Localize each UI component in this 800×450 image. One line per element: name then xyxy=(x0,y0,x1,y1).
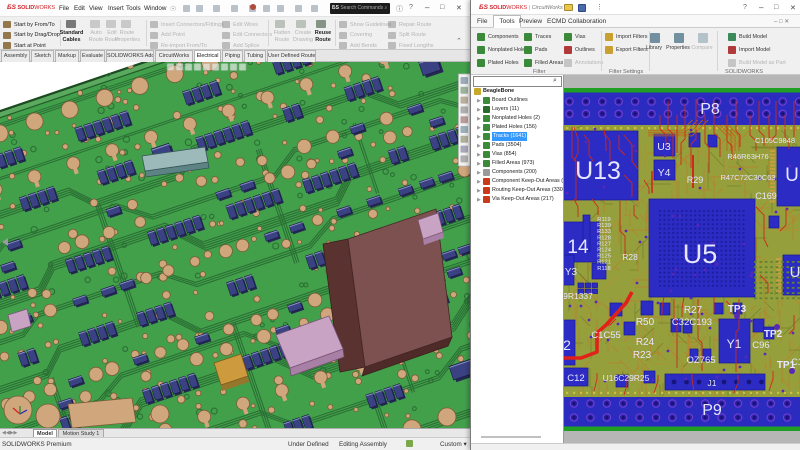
svg-text:R46R63H76: R46R63H76 xyxy=(727,152,768,161)
svg-text:R121: R121 xyxy=(597,260,611,266)
svg-text:R118: R118 xyxy=(597,266,610,272)
svg-text:C32C193: C32C193 xyxy=(672,317,712,328)
svg-text:Y4: Y4 xyxy=(658,167,671,179)
svg-text:R133: R133 xyxy=(597,229,611,235)
svg-text:R23: R23 xyxy=(633,350,652,361)
svg-text:R139: R139 xyxy=(597,223,611,229)
svg-text:R29: R29 xyxy=(687,175,704,185)
svg-text:U5: U5 xyxy=(683,239,718,269)
svg-text:R119: R119 xyxy=(597,217,610,223)
svg-text:Y1: Y1 xyxy=(727,337,742,351)
svg-text:OZ765: OZ765 xyxy=(686,355,715,366)
svg-text:R128: R128 xyxy=(597,235,611,241)
svg-text:U: U xyxy=(790,264,800,281)
svg-text:Y3: Y3 xyxy=(565,267,578,278)
svg-text:TP3: TP3 xyxy=(728,304,747,315)
svg-text:R47C72C30C63: R47C72C30C63 xyxy=(720,173,775,182)
svg-text:9R1337: 9R1337 xyxy=(564,291,593,301)
svg-text:14: 14 xyxy=(567,237,589,258)
svg-text:U: U xyxy=(785,165,799,186)
svg-text:R24: R24 xyxy=(636,337,655,348)
svg-text:R28: R28 xyxy=(622,252,638,262)
svg-text:R27: R27 xyxy=(684,305,703,316)
svg-text:R125: R125 xyxy=(597,254,611,260)
svg-text:C1C55: C1C55 xyxy=(591,330,621,341)
svg-text:U13: U13 xyxy=(575,157,621,185)
svg-text:C169: C169 xyxy=(755,191,777,201)
svg-text:R124: R124 xyxy=(597,248,612,254)
svg-text:C105C9848: C105C9848 xyxy=(755,136,795,145)
svg-text:P8: P8 xyxy=(700,101,720,118)
svg-text:J1: J1 xyxy=(708,378,717,388)
svg-text:U3: U3 xyxy=(657,141,671,153)
svg-text:C12: C12 xyxy=(567,373,584,384)
svg-text:R50: R50 xyxy=(636,317,655,328)
svg-text:P9: P9 xyxy=(702,402,722,419)
svg-text:C1: C1 xyxy=(791,357,800,367)
svg-text:U16C29R25: U16C29R25 xyxy=(603,373,650,383)
svg-text:TP2: TP2 xyxy=(764,329,783,340)
svg-text:2: 2 xyxy=(564,337,571,353)
svg-text:C96: C96 xyxy=(752,340,769,351)
svg-text:R127: R127 xyxy=(597,241,611,247)
